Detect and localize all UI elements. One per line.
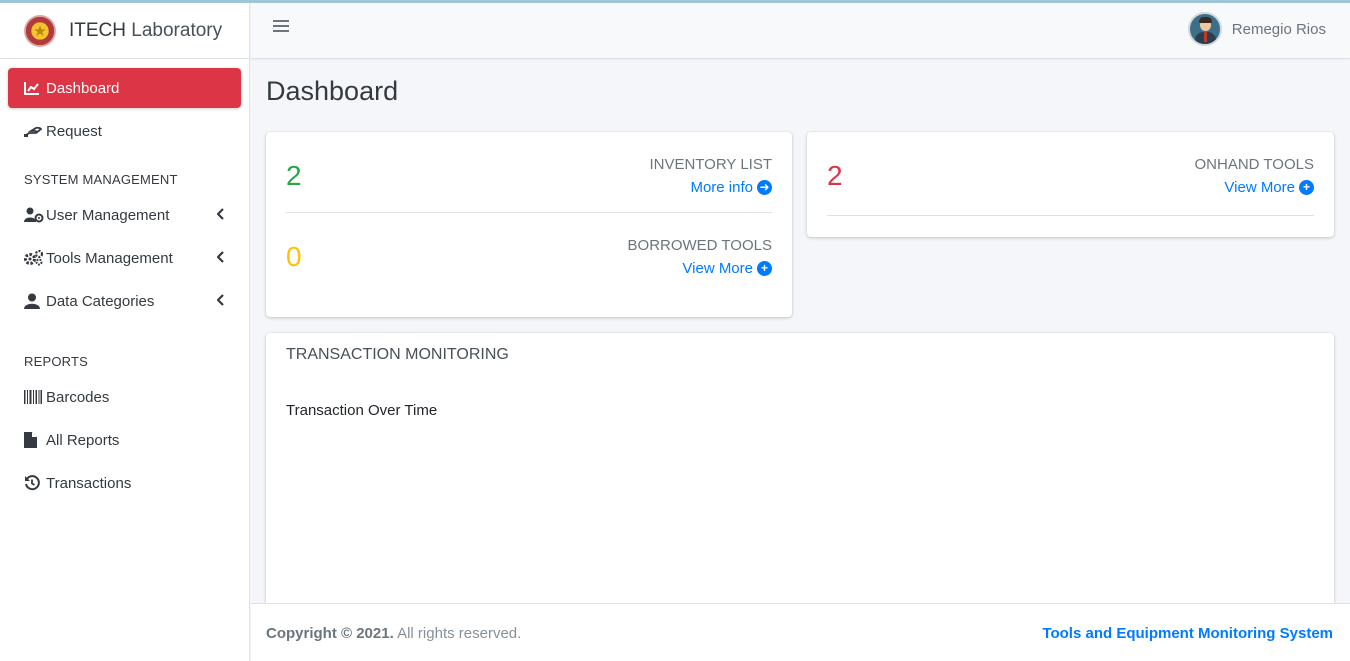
inventory-card: 2 INVENTORY LIST More info ➜ 0 BORROWED … xyxy=(266,132,792,317)
stat-onhand-tools: 2 ONHAND TOOLS View More + xyxy=(827,132,1314,216)
inventory-label: INVENTORY LIST xyxy=(649,156,772,173)
brand-name: ITECH Laboratory xyxy=(69,20,222,42)
rights-text: All rights reserved. xyxy=(397,625,522,642)
stat-inventory-list: 2 INVENTORY LIST More info ➜ xyxy=(286,132,772,213)
section-header-system: SYSTEM MANAGEMENT xyxy=(24,172,178,187)
brand-logo-icon: ★ xyxy=(24,14,56,47)
sidebar-item-label: Transactions xyxy=(46,474,132,492)
top-accent-line xyxy=(0,0,1350,3)
sidebar-item-user-management[interactable]: User Management xyxy=(8,195,241,235)
chevron-left-icon xyxy=(216,293,225,310)
footer: Copyright © 2021. All rights reserved. T… xyxy=(251,603,1350,661)
sidebar-item-label: Data Categories xyxy=(46,292,155,310)
footer-copyright: Copyright © 2021. All rights reserved. xyxy=(266,625,521,642)
sidebar-item-data-categories[interactable]: Data Categories xyxy=(8,281,241,321)
top-navbar: Remegio Rios xyxy=(251,3,1350,59)
sidebar: ★ ITECH Laboratory Dashboard Request SYS… xyxy=(0,3,250,661)
brand-name-bold: ITECH xyxy=(69,19,126,41)
transaction-monitoring-card: TRANSACTION MONITORING Transaction Over … xyxy=(266,333,1334,633)
user-name: Remegio Rios xyxy=(1231,20,1326,38)
onhand-count: 2 xyxy=(827,160,843,191)
chart-line-icon xyxy=(24,81,46,95)
user-icon xyxy=(24,293,46,309)
brand-link[interactable]: ★ ITECH Laboratory xyxy=(0,3,249,59)
sidebar-item-label: Tools Management xyxy=(46,249,173,267)
sidebar-item-tools-management[interactable]: Tools Management xyxy=(8,238,241,278)
history-icon xyxy=(24,475,46,491)
chart-caption: Transaction Over Time xyxy=(286,402,438,419)
sidebar-item-dashboard[interactable]: Dashboard xyxy=(8,68,241,108)
onhand-view-more-link[interactable]: View More + xyxy=(1224,179,1314,196)
chevron-left-icon xyxy=(216,207,225,224)
barcode-icon xyxy=(24,390,46,404)
sidebar-item-label: User Management xyxy=(46,206,170,224)
avatar xyxy=(1187,12,1222,46)
sidebar-item-label: Barcodes xyxy=(46,388,110,406)
file-icon xyxy=(24,432,46,448)
onhand-card: 2 ONHAND TOOLS View More + xyxy=(807,132,1334,237)
borrowed-view-more-link[interactable]: View More + xyxy=(682,260,772,277)
card-title: TRANSACTION MONITORING xyxy=(286,346,509,363)
sidebar-nav: Dashboard Request SYSTEM MANAGEMENT User… xyxy=(0,59,249,503)
arrow-circle-right-icon: ➜ xyxy=(757,180,772,195)
main-content: Dashboard 2 INVENTORY LIST More info ➜ 0… xyxy=(251,60,1350,633)
link-text: More info xyxy=(690,179,753,196)
copyright-text: Copyright © 2021. xyxy=(266,625,394,642)
footer-system-link[interactable]: Tools and Equipment Monitoring System xyxy=(1042,625,1333,642)
stat-borrowed-tools: 0 BORROWED TOOLS View More + xyxy=(286,213,772,294)
hand-holding-icon xyxy=(24,125,46,137)
plus-circle-icon: + xyxy=(1299,180,1314,195)
users-cog-icon xyxy=(24,207,46,223)
plus-circle-icon: + xyxy=(757,261,772,276)
sidebar-item-transactions[interactable]: Transactions xyxy=(8,463,241,503)
hamburger-menu-icon[interactable] xyxy=(273,20,289,34)
section-header-reports: REPORTS xyxy=(24,354,89,369)
sidebar-item-label: Request xyxy=(46,122,102,140)
sidebar-item-label: Dashboard xyxy=(46,79,120,97)
cogs-icon xyxy=(24,250,46,266)
sidebar-item-barcodes[interactable]: Barcodes xyxy=(8,377,241,417)
brand-name-light: Laboratory xyxy=(131,19,223,41)
sidebar-item-all-reports[interactable]: All Reports xyxy=(8,420,241,460)
page-title: Dashboard xyxy=(266,76,399,106)
sidebar-item-label: All Reports xyxy=(46,431,120,449)
sidebar-item-request[interactable]: Request xyxy=(8,111,241,151)
inventory-more-info-link[interactable]: More info ➜ xyxy=(690,179,772,196)
borrowed-label: BORROWED TOOLS xyxy=(627,237,772,254)
inventory-count: 2 xyxy=(286,160,302,191)
link-text: View More xyxy=(682,260,753,277)
borrowed-count: 0 xyxy=(286,241,302,272)
user-menu[interactable]: Remegio Rios xyxy=(1187,12,1326,46)
chevron-left-icon xyxy=(216,250,225,267)
link-text: View More xyxy=(1224,179,1295,196)
onhand-label: ONHAND TOOLS xyxy=(1194,156,1314,173)
